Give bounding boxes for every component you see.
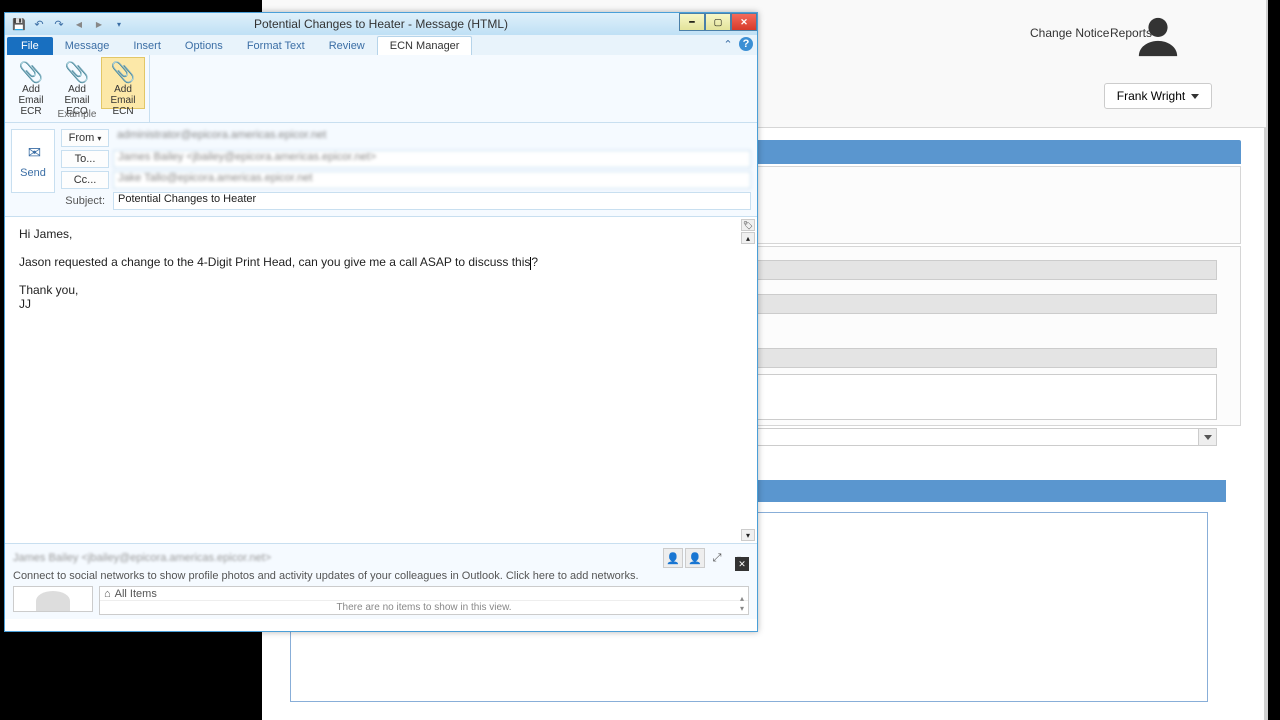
scroll-up-icon[interactable]: ▴: [735, 593, 749, 603]
scroll-up-icon[interactable]: ▴: [741, 232, 755, 244]
message-body[interactable]: 🏷 ▴ Hi James, Jason requested a change t…: [5, 217, 757, 543]
send-icon: ✉: [28, 143, 38, 163]
send-label: Send: [20, 167, 46, 179]
ribbon: 📎Add Email ECR 📎Add Email ECO 📎Add Email…: [5, 55, 757, 123]
quick-access-toolbar: 💾 ↶ ↷ ◀ ▶ ▾: [5, 16, 127, 32]
user-area: Frank Wright: [1088, 14, 1228, 109]
redo-icon[interactable]: ↷: [51, 16, 67, 32]
next-icon[interactable]: ▶: [91, 16, 107, 32]
body-line: Hi James,: [19, 227, 743, 241]
contact-photo-placeholder: [13, 586, 93, 612]
collapse-ribbon-icon[interactable]: ⌃: [721, 37, 735, 51]
ribbon-tabs: File Message Insert Options Format Text …: [5, 35, 757, 55]
scroll-down-icon[interactable]: ▾: [735, 603, 749, 613]
add-email-eco-button[interactable]: 📎Add Email ECO: [55, 57, 99, 109]
ribbon-group-label: Example: [9, 109, 145, 120]
tag-icon[interactable]: 🏷: [741, 219, 755, 231]
tab-options[interactable]: Options: [173, 37, 235, 55]
to-field[interactable]: James Bailey <jbailey@epicora.americas.e…: [113, 150, 751, 168]
close-button[interactable]: ✕: [731, 13, 757, 31]
window-titlebar[interactable]: 💾 ↶ ↷ ◀ ▶ ▾ Potential Changes to Heater …: [5, 13, 757, 35]
prev-icon[interactable]: ◀: [71, 16, 87, 32]
add-email-ecr-button[interactable]: 📎Add Email ECR: [9, 57, 53, 109]
people-pane: James Bailey <jbailey@epicora.americas.e…: [5, 543, 757, 619]
expand-icon[interactable]: ⤢: [707, 548, 727, 568]
qat-dropdown-icon[interactable]: ▾: [111, 16, 127, 32]
all-items-row[interactable]: ⌂ All Items: [100, 587, 748, 601]
chevron-down-icon[interactable]: [1198, 429, 1216, 445]
help-icon[interactable]: ?: [739, 37, 753, 51]
text-cursor: [530, 257, 531, 270]
save-icon[interactable]: 💾: [11, 16, 27, 32]
user-dropdown-button[interactable]: Frank Wright: [1104, 83, 1212, 109]
activity-panel: ⌂ All Items There are no items to show in…: [99, 586, 749, 615]
user-name-label: Frank Wright: [1117, 89, 1185, 103]
subject-field[interactable]: Potential Changes to Heater: [113, 192, 751, 210]
send-button[interactable]: ✉ Send: [11, 129, 55, 193]
address-block: ✉ Send From ▾ administrator@epicora.amer…: [5, 123, 757, 217]
tab-ecn-manager[interactable]: ECN Manager: [377, 36, 473, 55]
tab-message[interactable]: Message: [53, 37, 122, 55]
social-connect-message[interactable]: Connect to social networks to show profi…: [13, 570, 749, 582]
undo-icon[interactable]: ↶: [31, 16, 47, 32]
contact-photo-2-icon[interactable]: 👤: [685, 548, 705, 568]
tab-file[interactable]: File: [7, 37, 53, 55]
close-social-msg-icon[interactable]: ✕: [735, 557, 749, 571]
maximize-button[interactable]: ▢: [705, 13, 731, 31]
add-email-ecn-button[interactable]: 📎Add Email ECN: [101, 57, 145, 109]
tab-format-text[interactable]: Format Text: [235, 37, 317, 55]
window-controls: ━ ▢ ✕: [679, 13, 757, 31]
tab-review[interactable]: Review: [317, 37, 377, 55]
from-button[interactable]: From ▾: [61, 129, 109, 147]
no-items-message: There are no items to show in this view.: [100, 601, 748, 614]
minimize-button[interactable]: ━: [679, 13, 705, 31]
subject-label: Subject:: [61, 195, 109, 207]
outlook-compose-window: 💾 ↶ ↷ ◀ ▶ ▾ Potential Changes to Heater …: [4, 12, 758, 632]
cc-field[interactable]: Jake Tallo@epicora.americas.epicor.net: [113, 171, 751, 189]
scroll-down-icon[interactable]: ▾: [741, 529, 755, 541]
ribbon-group-example: 📎Add Email ECR 📎Add Email ECO 📎Add Email…: [5, 55, 150, 122]
body-line: Jason requested a change to the 4-Digit …: [19, 255, 743, 269]
home-icon: ⌂: [104, 588, 111, 600]
body-line: Thank you,JJ: [19, 283, 743, 311]
tab-insert[interactable]: Insert: [121, 37, 173, 55]
paperclip-icon: 📎: [19, 62, 44, 84]
paperclip-icon: 📎: [111, 62, 136, 84]
cc-button[interactable]: Cc...: [61, 171, 109, 189]
user-avatar-icon: [1088, 14, 1228, 65]
to-button[interactable]: To...: [61, 150, 109, 168]
all-items-label: All Items: [115, 588, 157, 600]
from-field[interactable]: administrator@epicora.americas.epicor.ne…: [113, 129, 751, 147]
body-scroll-controls: 🏷 ▴: [741, 219, 755, 244]
paperclip-icon: 📎: [65, 62, 90, 84]
contact-name: James Bailey <jbailey@epicora.americas.e…: [13, 552, 271, 564]
from-label: From: [69, 132, 95, 144]
contact-photo-1-icon[interactable]: 👤: [663, 548, 683, 568]
